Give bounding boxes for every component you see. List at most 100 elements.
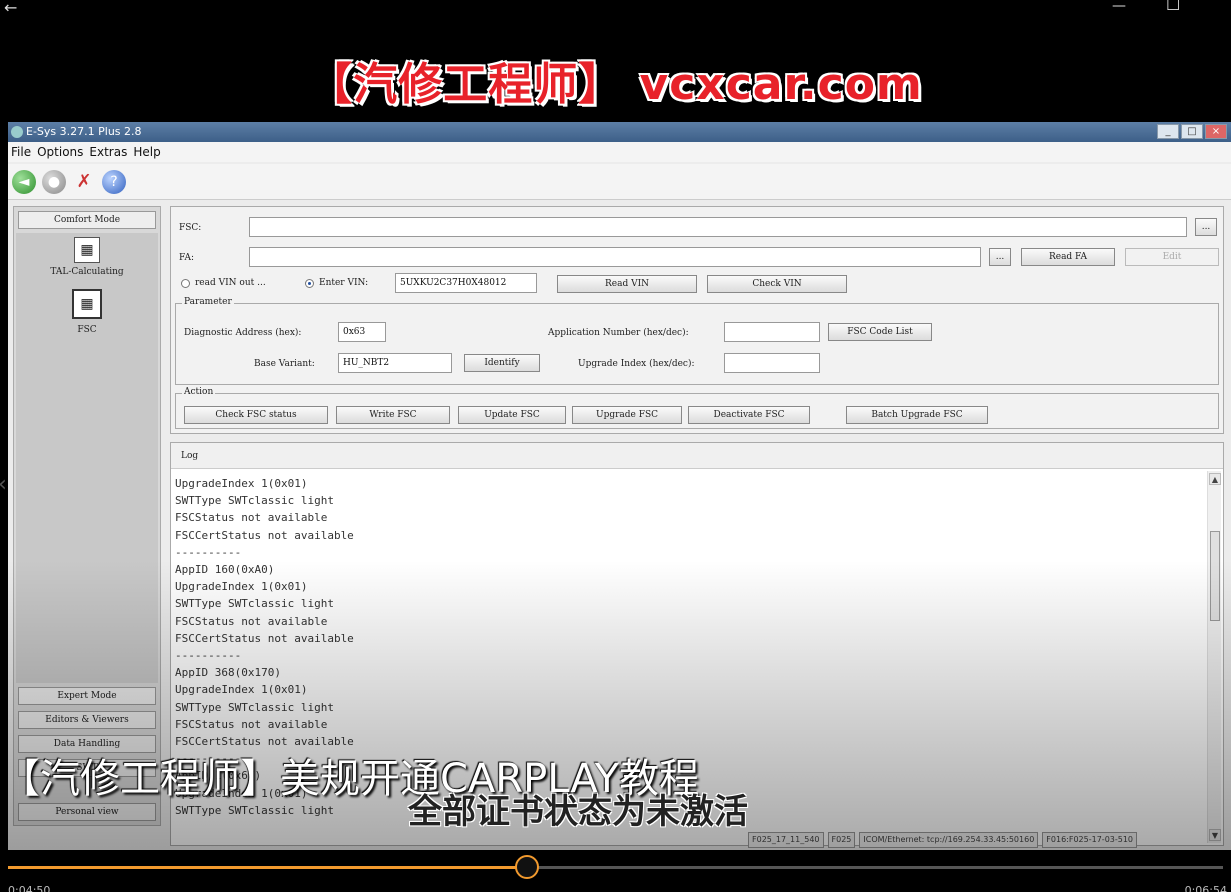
- write-fsc-button[interactable]: Write FSC: [336, 406, 450, 424]
- status-field-1: F025_17_11_540: [748, 832, 824, 848]
- window-title: E-Sys 3.27.1 Plus 2.8: [26, 125, 142, 138]
- time-total: 0:06:54: [1184, 884, 1227, 892]
- maximize-icon[interactable]: ☐: [1166, 0, 1180, 13]
- upgrade-fsc-button[interactable]: Upgrade FSC: [572, 406, 682, 424]
- parameter-group-title: Parameter: [182, 297, 234, 307]
- window-titlebar: E-Sys 3.27.1 Plus 2.8 _ □ ×: [8, 122, 1231, 142]
- connect-icon[interactable]: ◄: [12, 169, 36, 194]
- window-maximize-button[interactable]: □: [1181, 124, 1203, 139]
- menu-extras[interactable]: Extras: [89, 142, 127, 162]
- tal-calculating-label: TAL-Calculating: [50, 267, 124, 277]
- video-subtitle: 全部证书状态为未激活: [408, 792, 748, 832]
- fsc-field-label: FSC:: [179, 223, 202, 233]
- base-variant-input[interactable]: HU_NBT2: [338, 353, 452, 373]
- enter-vin-label: Enter VIN:: [319, 278, 369, 288]
- app-number-input[interactable]: [724, 322, 820, 342]
- video-player: ← — ☐ 【汽修工程师】 vcxcar.com E-Sys 3.27.1 Pl…: [0, 0, 1231, 892]
- fa-browse-button[interactable]: ...: [989, 248, 1011, 266]
- read-fa-button[interactable]: Read FA: [1021, 248, 1115, 266]
- progress-fill: [8, 866, 527, 869]
- edit-fa-button[interactable]: Edit: [1125, 248, 1219, 266]
- fsc-icon[interactable]: ▦: [72, 289, 102, 319]
- log-line: SWTType SWTclassic light: [175, 494, 334, 508]
- update-fsc-button[interactable]: Update FSC: [458, 406, 566, 424]
- menu-help[interactable]: Help: [133, 142, 160, 162]
- log-line: SWTType SWTclassic light: [175, 700, 334, 714]
- deactivate-fsc-button[interactable]: Deactivate FSC: [688, 406, 810, 424]
- log-line: UpgradeIndex 1(0x01): [175, 580, 308, 594]
- fsc-browse-button[interactable]: ...: [1195, 218, 1217, 236]
- action-group: Action Check FSC status Write FSC Update…: [175, 387, 1219, 429]
- fa-input[interactable]: [249, 247, 981, 267]
- expert-mode-button[interactable]: Expert Mode: [18, 687, 156, 705]
- read-vin-radio[interactable]: [181, 279, 190, 288]
- esys-window: E-Sys 3.27.1 Plus 2.8 _ □ × File Options…: [8, 122, 1231, 850]
- scroll-down-icon[interactable]: ▼: [1209, 829, 1221, 841]
- window-close-button[interactable]: ×: [1205, 124, 1227, 139]
- window-minimize-button[interactable]: _: [1157, 124, 1179, 139]
- status-field-3: ICOM/Ethernet: tcp://169.254.33.45:50160: [859, 832, 1039, 848]
- video-banner: 【汽修工程师】 vcxcar.com: [0, 48, 1231, 112]
- comfort-mode-area: ▦ TAL-Calculating ▦ FSC: [16, 233, 158, 683]
- read-vin-label: read VIN out ...: [195, 278, 266, 288]
- fsc-input[interactable]: [249, 217, 1187, 237]
- upgrade-index-label: Upgrade Index (hex/dec):: [578, 359, 695, 369]
- diag-address-input[interactable]: 0x63: [338, 322, 386, 342]
- help-icon[interactable]: ?: [102, 169, 126, 194]
- tools-icon[interactable]: ✗: [72, 170, 96, 194]
- log-line: FSCStatus not available: [175, 511, 328, 525]
- banner-title: 【汽修工程师】: [308, 59, 624, 110]
- log-scrollbar[interactable]: ▲ ▼: [1207, 471, 1221, 843]
- editors-viewers-button[interactable]: Editors & Viewers: [18, 711, 156, 729]
- log-line: FSCCertStatus not available: [175, 631, 354, 645]
- upgrade-index-input[interactable]: [724, 353, 820, 373]
- diag-address-label: Diagnostic Address (hex):: [184, 328, 302, 338]
- progress-knob[interactable]: [514, 855, 539, 879]
- comfort-mode-button[interactable]: Comfort Mode: [18, 211, 156, 229]
- log-line: ----------: [175, 649, 242, 663]
- enter-vin-radio[interactable]: [305, 279, 314, 288]
- log-line: UpgradeIndex 1(0x01): [175, 683, 308, 697]
- batch-upgrade-fsc-button[interactable]: Batch Upgrade FSC: [846, 406, 988, 424]
- base-variant-label: Base Variant:: [254, 359, 315, 369]
- check-fsc-status-button[interactable]: Check FSC status: [184, 406, 328, 424]
- fsc-label: FSC: [77, 325, 97, 335]
- log-line: FSCStatus not available: [175, 717, 328, 731]
- app-logo-icon: [11, 126, 23, 138]
- status-field-2: F025: [827, 832, 856, 848]
- log-line: FSCCertStatus not available: [175, 528, 354, 542]
- fa-field-label: FA:: [179, 253, 194, 263]
- minimize-icon[interactable]: —: [1112, 0, 1126, 13]
- previous-arrow-icon[interactable]: ‹: [0, 472, 7, 497]
- menubar: File Options Extras Help: [8, 142, 1231, 162]
- log-title: Log: [171, 443, 1223, 469]
- log-line: SWTType SWTclassic light: [175, 597, 334, 611]
- read-vin-button[interactable]: Read VIN: [557, 275, 697, 293]
- vin-input[interactable]: 5UXKU2C37H0X48012: [395, 273, 537, 293]
- status-field-4: F016:F025-17-03-510: [1042, 832, 1138, 848]
- scroll-up-icon[interactable]: ▲: [1209, 473, 1221, 485]
- log-line: UpgradeIndex 1(0x01): [175, 477, 308, 490]
- identify-button[interactable]: Identify: [464, 354, 540, 372]
- log-line: AppID 160(0xA0): [175, 563, 275, 577]
- fsc-code-list-button[interactable]: FSC Code List: [828, 323, 932, 341]
- statusbar: F025_17_11_540 F025 ICOM/Ethernet: tcp:/…: [748, 832, 1138, 848]
- personal-view-button[interactable]: Personal view: [18, 803, 156, 821]
- log-line: FSCStatus not available: [175, 614, 328, 628]
- time-elapsed: 0:04:50: [8, 884, 51, 892]
- menu-file[interactable]: File: [11, 142, 31, 162]
- disconnect-icon[interactable]: ●: [42, 169, 66, 194]
- menu-options[interactable]: Options: [37, 142, 83, 162]
- mode-pane: Comfort Mode ▦ TAL-Calculating ▦ FSC Exp…: [13, 206, 161, 826]
- back-arrow-icon[interactable]: ←: [4, 0, 17, 17]
- banner-url: vcxcar.com: [639, 59, 923, 110]
- log-line: ----------: [175, 545, 242, 559]
- progress-bar[interactable]: [8, 855, 1223, 879]
- action-group-title: Action: [182, 387, 216, 397]
- fsc-form: FSC: ... FA: ... Read FA Edit read VIN o…: [170, 206, 1224, 434]
- scroll-thumb[interactable]: [1210, 531, 1220, 621]
- app-number-label: Application Number (hex/dec):: [548, 328, 689, 338]
- check-vin-button[interactable]: Check VIN: [707, 275, 847, 293]
- tal-calculating-icon[interactable]: ▦: [74, 237, 100, 263]
- toolbar: ◄ ● ✗ ?: [8, 164, 1231, 200]
